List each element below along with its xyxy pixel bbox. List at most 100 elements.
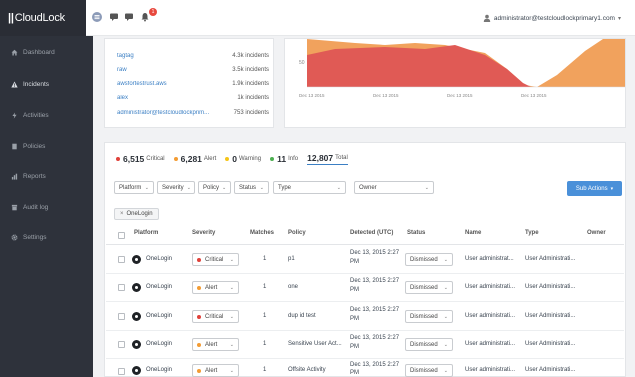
menu-toggle-icon[interactable] [92, 12, 102, 22]
sidebar-item-audit-log[interactable]: Audit log [0, 196, 93, 218]
column-header-detected[interactable]: Detected (UTC) [350, 230, 393, 236]
summary-critical[interactable]: 6,515 Critical [116, 154, 165, 164]
sidebar-item-incidents[interactable]: Incidents [0, 73, 93, 95]
severity-dot-icon [197, 342, 201, 347]
sidebar-item-policies[interactable]: Policies [0, 135, 93, 157]
user-row[interactable]: awsfortestrust.aws 1.9k incidents [117, 78, 269, 90]
onelogin-icon [132, 312, 141, 321]
activity-icon [10, 111, 18, 119]
user-menu[interactable]: administrator@testcloudlockprimary1.com … [483, 10, 621, 26]
severity-select[interactable]: Alert ⌄ [192, 281, 239, 294]
filter-label: Type [278, 184, 292, 191]
name-cell[interactable]: User administrati... [465, 341, 515, 347]
severity-select[interactable]: Alert ⌄ [192, 364, 239, 377]
matches-cell: 1 [263, 313, 267, 319]
user-link[interactable]: raw [117, 67, 127, 73]
summary-warning[interactable]: 0 Warning [225, 154, 261, 164]
name-cell[interactable]: User administrati... [465, 367, 515, 373]
sub-actions-button[interactable]: Sub Actions ▾ [567, 181, 622, 196]
row-checkbox[interactable] [118, 368, 125, 375]
name-cell[interactable]: User administrati... [465, 284, 515, 290]
severity-select[interactable]: Alert ⌄ [192, 338, 239, 351]
policy-cell[interactable]: Offsite Activity [288, 367, 326, 373]
chevron-down-icon: ⌄ [424, 184, 429, 191]
row-checkbox[interactable] [118, 256, 125, 263]
user-link[interactable]: alex [117, 95, 128, 101]
detected-cell-time: PM [350, 344, 359, 350]
select-all-checkbox[interactable] [118, 232, 125, 239]
name-cell[interactable]: User administrati... [465, 313, 515, 319]
sidebar-item-label: Policies [23, 142, 46, 150]
name-cell[interactable]: User administrat... [465, 256, 514, 262]
user-row[interactable]: administrator@testcloudlockprim... 753 i… [117, 107, 269, 119]
policy-cell[interactable]: dup id test [288, 313, 316, 319]
status-select[interactable]: Dismissed ⌄ [405, 253, 453, 266]
owner-filter[interactable]: Owner ⌄ [354, 181, 434, 194]
active-filter-chip[interactable]: × OneLogin [114, 208, 159, 220]
incident-trend-chart-card: 50 Dec 13 2015 Dec 13 2015 Dec 13 2015 D… [284, 38, 626, 128]
chevron-down-icon: ⌄ [443, 313, 448, 320]
severity-filter[interactable]: Severity ⌄ [157, 181, 195, 194]
summary-info[interactable]: 11 Info [270, 154, 298, 164]
sub-actions-label: Sub Actions [575, 185, 608, 192]
type-cell: User Administrati... [525, 341, 576, 347]
status-select[interactable]: Dismissed ⌄ [405, 310, 453, 323]
column-header-status[interactable]: Status [407, 230, 425, 236]
sidebar-item-label: Reports [23, 172, 46, 180]
matches-cell: 1 [263, 341, 267, 347]
user-link[interactable]: administrator@testcloudlockprim... [117, 110, 209, 116]
column-header-matches[interactable]: Matches [250, 230, 274, 236]
onelogin-icon [132, 255, 141, 264]
platform-filter[interactable]: Platform ⌄ [114, 181, 154, 194]
column-header-name[interactable]: Name [465, 230, 481, 236]
type-filter[interactable]: Type ⌄ [273, 181, 346, 194]
status-filter[interactable]: Status ⌄ [234, 181, 269, 194]
user-email: administrator@testcloudlockprimary1.com [493, 14, 615, 22]
sidebar-item-label: Audit log [23, 203, 49, 211]
sidebar-item-activities[interactable]: Activities [0, 104, 93, 126]
severity-select[interactable]: Critical ⌄ [192, 310, 239, 323]
policy-cell[interactable]: p1 [288, 256, 295, 262]
sidebar-item-reports[interactable]: Reports [0, 165, 93, 187]
filter-label: Policy [203, 184, 220, 191]
matches-cell: 1 [263, 284, 267, 290]
user-row[interactable]: raw 3.5k incidents [117, 64, 269, 76]
column-header-type[interactable]: Type [525, 230, 539, 236]
chevron-down-icon: ⌄ [259, 184, 264, 191]
column-header-platform[interactable]: Platform [134, 230, 158, 236]
severity-select[interactable]: Critical ⌄ [192, 253, 239, 266]
sidebar-item-label: Dashboard [23, 48, 55, 56]
policy-cell[interactable]: Sensitive User Act... [288, 341, 342, 347]
column-header-severity[interactable]: Severity [192, 230, 215, 236]
column-header-owner[interactable]: Owner [587, 230, 606, 236]
status-select[interactable]: Dismissed ⌄ [405, 338, 453, 351]
column-header-policy[interactable]: Policy [288, 230, 306, 236]
detected-cell-time: PM [350, 259, 359, 265]
warning-icon [10, 80, 18, 88]
platform-cell: OneLogin [146, 367, 173, 373]
message-icon[interactable] [124, 12, 134, 22]
user-link[interactable]: tagtag [117, 53, 134, 59]
sidebar-item-settings[interactable]: Settings [0, 226, 93, 248]
user-row[interactable]: alex 1k incidents [117, 92, 269, 104]
summary-alert[interactable]: 6,281 Alert [173, 154, 216, 164]
chat-icon[interactable] [109, 12, 119, 22]
user-row[interactable]: tagtag 4.3k incidents [117, 50, 269, 62]
chevron-down-icon: ⌄ [443, 256, 448, 263]
row-checkbox[interactable] [118, 313, 125, 320]
filter-label: Owner [359, 184, 377, 191]
platform-cell: OneLogin [146, 256, 173, 262]
row-checkbox[interactable] [118, 284, 125, 291]
policy-filter[interactable]: Policy ⌄ [198, 181, 231, 194]
user-link[interactable]: awsfortestrust.aws [117, 81, 167, 87]
sidebar-item-dashboard[interactable]: Dashboard [0, 41, 93, 63]
status-select[interactable]: Dismissed ⌄ [405, 364, 453, 377]
policy-cell[interactable]: one [288, 284, 298, 290]
status-select[interactable]: Dismissed ⌄ [405, 281, 453, 294]
row-checkbox[interactable] [118, 341, 125, 348]
summary-total[interactable]: 12,807 Total [307, 153, 348, 165]
cloudlock-logo[interactable]: || CloudLock [0, 0, 86, 36]
type-cell: User Administrati... [525, 256, 576, 262]
close-icon[interactable]: × [120, 211, 124, 217]
brand-name: CloudLock [14, 12, 65, 24]
